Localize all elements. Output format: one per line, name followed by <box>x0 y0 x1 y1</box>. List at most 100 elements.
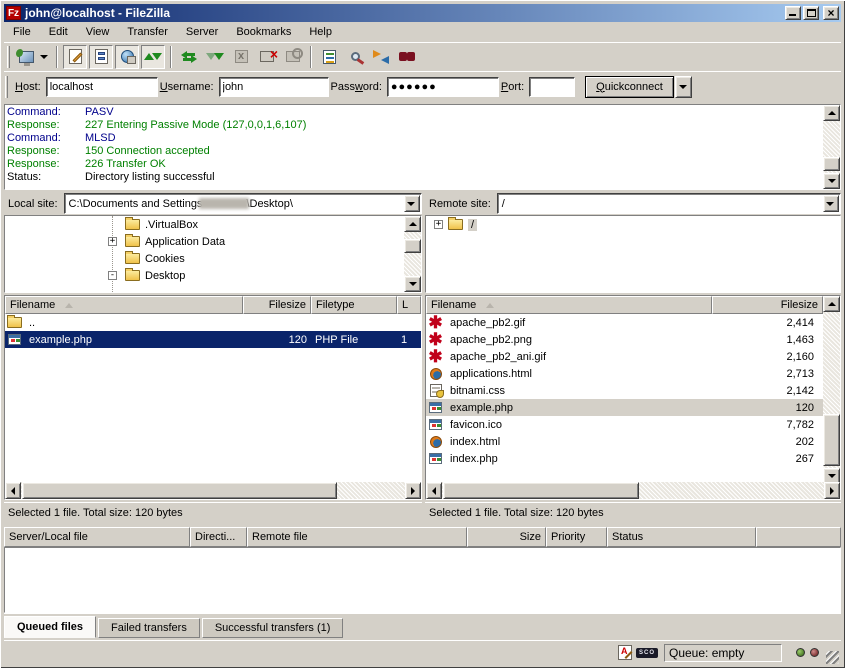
menu-transfer[interactable]: Transfer <box>118 24 177 40</box>
find-files-button[interactable] <box>395 45 419 69</box>
tab-queued-files[interactable]: Queued files <box>4 616 96 638</box>
column-status[interactable]: Status <box>607 527 756 547</box>
queue-tabs: Queued files Failed transfers Successful… <box>4 613 841 637</box>
host-input[interactable] <box>46 77 158 97</box>
chevron-down-icon <box>407 202 415 206</box>
menu-edit[interactable]: Edit <box>40 24 77 40</box>
local-list-header: Filename Filesize Filetype L <box>5 296 421 314</box>
menu-bookmarks[interactable]: Bookmarks <box>227 24 300 40</box>
site-manager-button[interactable] <box>14 45 38 69</box>
toggle-local-tree-button[interactable] <box>89 45 113 69</box>
remote-horizontal-scrollbar[interactable] <box>426 482 840 499</box>
column-filetype[interactable]: Filetype <box>311 296 397 314</box>
local-horizontal-scrollbar[interactable] <box>5 482 421 499</box>
scroll-left-icon <box>11 487 15 495</box>
column-filesize[interactable]: Filesize <box>243 296 311 314</box>
resize-grip[interactable] <box>826 651 839 664</box>
file-row[interactable]: index.html202 <box>426 433 823 450</box>
maximize-button[interactable] <box>803 6 819 20</box>
apache-file-icon: ✱ <box>428 317 442 328</box>
quickconnect-button[interactable]: Quickconnect <box>585 76 674 98</box>
refresh-button[interactable] <box>177 45 201 69</box>
file-row[interactable]: bitnami.css2,142 <box>426 382 823 399</box>
collapse-icon[interactable]: - <box>108 271 117 280</box>
column-size[interactable]: Size <box>467 527 546 547</box>
toggle-queue-button[interactable] <box>141 45 165 69</box>
local-file-list[interactable]: Filename Filesize Filetype L .. example.… <box>4 295 422 500</box>
column-direction[interactable]: Directi... <box>190 527 247 547</box>
file-row[interactable]: ✱apache_pb2.png1,463 <box>426 331 823 348</box>
message-log[interactable]: Command:PASV Response:227 Entering Passi… <box>4 104 841 190</box>
file-row-selected[interactable]: example.php120 <box>426 399 823 416</box>
process-queue-icon <box>207 51 223 63</box>
tree-item[interactable]: -Desktop <box>5 267 421 284</box>
remote-site-dropdown-button[interactable] <box>823 195 839 212</box>
file-row-selected[interactable]: example.php 120 PHP File 1 <box>5 331 421 348</box>
file-row[interactable]: applications.html2,713 <box>426 365 823 382</box>
tab-successful-transfers[interactable]: Successful transfers (1) <box>202 618 344 638</box>
speedlimit-indicator-icon[interactable]: SCO <box>636 648 658 658</box>
port-input[interactable] <box>529 77 575 97</box>
column-lastmodified[interactable]: L <box>397 296 421 314</box>
menu-file[interactable]: File <box>4 24 40 40</box>
password-input[interactable] <box>387 77 499 97</box>
folder-icon <box>125 236 140 247</box>
column-server-local-file[interactable]: Server/Local file <box>4 527 190 547</box>
quickconnect-grip[interactable] <box>5 76 8 98</box>
tree-item[interactable]: .VirtualBox <box>5 216 421 233</box>
toolbar-grip[interactable] <box>7 46 10 68</box>
redacted-username <box>199 198 249 209</box>
menu-server[interactable]: Server <box>177 24 227 40</box>
local-site-dropdown-button[interactable] <box>404 195 420 212</box>
firefox-html-icon <box>430 436 442 448</box>
minimize-button[interactable] <box>785 6 801 20</box>
title-bar[interactable]: Fz john@localhost - FileZilla × <box>4 4 841 22</box>
log-vertical-scrollbar[interactable] <box>823 105 840 189</box>
password-label: Password: <box>331 81 382 93</box>
file-row[interactable]: ✱apache_pb2_ani.gif2,160 <box>426 348 823 365</box>
site-manager-dropdown-icon[interactable] <box>40 55 48 59</box>
local-site-combo[interactable]: C:\Documents and Settings\Desktop\ <box>64 193 422 214</box>
local-directory-tree[interactable]: .VirtualBox +Application Data Cookies -D… <box>4 215 422 293</box>
menu-view[interactable]: View <box>77 24 119 40</box>
chevron-down-icon <box>826 202 834 206</box>
tab-failed-transfers[interactable]: Failed transfers <box>98 618 200 638</box>
local-tree-vertical-scrollbar[interactable] <box>404 216 421 292</box>
tree-item[interactable]: + / <box>426 216 840 233</box>
quickconnect-dropdown-button[interactable] <box>675 76 692 98</box>
process-queue-button[interactable] <box>203 45 227 69</box>
queue-list[interactable] <box>4 547 841 613</box>
column-remote-file[interactable]: Remote file <box>247 527 467 547</box>
remote-directory-tree[interactable]: + / <box>425 215 841 293</box>
file-row[interactable]: favicon.ico7,782 <box>426 416 823 433</box>
directory-comparison-button[interactable] <box>343 45 367 69</box>
tree-item[interactable]: +Application Data <box>5 233 421 250</box>
queue-status: Queue: empty <box>664 644 782 662</box>
synchronized-browsing-button[interactable] <box>369 45 393 69</box>
file-row-parent[interactable]: .. <box>5 314 421 331</box>
host-label: Host: <box>15 81 41 93</box>
disconnect-button[interactable] <box>255 45 279 69</box>
tree-item[interactable]: Cookies <box>5 250 421 267</box>
file-row[interactable]: ✱apache_pb2.gif2,414 <box>426 314 823 331</box>
expand-icon[interactable]: + <box>108 237 117 246</box>
file-row[interactable]: index.php267 <box>426 450 823 467</box>
transfer-type-indicator-icon[interactable]: A <box>618 645 632 660</box>
username-input[interactable] <box>219 77 329 97</box>
local-tree-icon <box>95 49 108 64</box>
column-priority[interactable]: Priority <box>546 527 607 547</box>
column-filename[interactable]: Filename <box>426 296 712 314</box>
column-filesize[interactable]: Filesize <box>712 296 823 314</box>
local-site-label: Local site: <box>4 198 64 210</box>
toolbar-separator <box>170 46 172 68</box>
remote-vertical-scrollbar[interactable] <box>823 296 840 484</box>
filter-button[interactable] <box>317 45 341 69</box>
expand-icon[interactable]: + <box>434 220 443 229</box>
remote-file-list[interactable]: Filename Filesize ✱apache_pb2.gif2,414 ✱… <box>425 295 841 500</box>
toggle-message-log-button[interactable] <box>63 45 87 69</box>
menu-help[interactable]: Help <box>300 24 341 40</box>
column-filename[interactable]: Filename <box>5 296 243 314</box>
remote-site-combo[interactable]: / <box>497 193 841 214</box>
close-button[interactable]: × <box>823 6 839 20</box>
toggle-remote-tree-button[interactable] <box>115 45 139 69</box>
